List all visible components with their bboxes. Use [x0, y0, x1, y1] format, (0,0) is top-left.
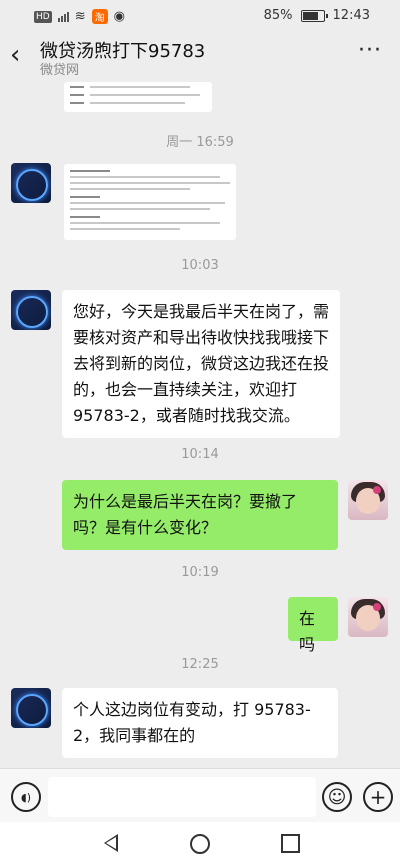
logo-ring [16, 169, 48, 201]
chat-subtitle: 微贷网 [40, 63, 80, 78]
battery-percent: 85% [263, 8, 293, 23]
input-bar: ◖) ☺ + [0, 768, 400, 823]
avatar[interactable] [11, 163, 51, 203]
notification-icon: ◉ [113, 9, 125, 24]
message-bubble-sent[interactable]: 为什么是最后半天在岗？要撤了吗？是有什么变化？ [62, 480, 338, 550]
system-nav-bar [0, 822, 400, 867]
voice-icon[interactable]: ◖) [11, 782, 41, 812]
back-icon[interactable]: ‹ [10, 42, 20, 68]
more-icon[interactable]: ··· [358, 38, 382, 63]
avatar[interactable] [11, 688, 51, 728]
signal-icon [57, 11, 69, 22]
message-bubble-received[interactable]: 您好，今天是我最后半天在岗了，需要核对资产和导出待收快找我哦接下去将到新的岗位，… [62, 290, 340, 438]
message-bubble-sent[interactable]: 在吗 [288, 597, 338, 654]
logo-ring [16, 694, 48, 726]
hd-badge: HD [34, 10, 52, 23]
timestamp: 10:14 [181, 447, 219, 462]
timestamp: 10:19 [181, 565, 219, 580]
clock: 12:43 [332, 8, 370, 23]
avatar[interactable] [348, 597, 388, 637]
message-bubble-received[interactable]: 个人这边岗位有变动，打 95783-2，我同事都在的 [62, 688, 338, 758]
chat-header: ‹ 微贷汤煦打下95783 微贷网 ··· [0, 32, 400, 82]
taobao-icon: 淘 [91, 9, 108, 24]
nav-back-icon[interactable] [104, 834, 118, 852]
timestamp: 周一 16:59 [166, 135, 234, 150]
plus-icon[interactable]: + [363, 782, 393, 812]
document-image-partial[interactable] [64, 82, 212, 112]
avatar[interactable] [348, 480, 388, 520]
logo-ring [16, 296, 48, 328]
timestamp: 10:03 [181, 258, 219, 273]
nav-home-icon[interactable] [190, 834, 210, 854]
message-input[interactable] [48, 777, 316, 817]
wifi-icon: ≋ [74, 9, 86, 24]
nav-recent-icon[interactable] [281, 834, 300, 853]
avatar[interactable] [11, 290, 51, 330]
battery-icon [300, 9, 328, 22]
document-image[interactable] [64, 164, 236, 240]
status-bar: HD ≋ 淘 ◉ 85% 12:43 [0, 0, 400, 32]
timestamp: 12:25 [181, 657, 219, 672]
emoji-icon[interactable]: ☺ [322, 782, 352, 812]
